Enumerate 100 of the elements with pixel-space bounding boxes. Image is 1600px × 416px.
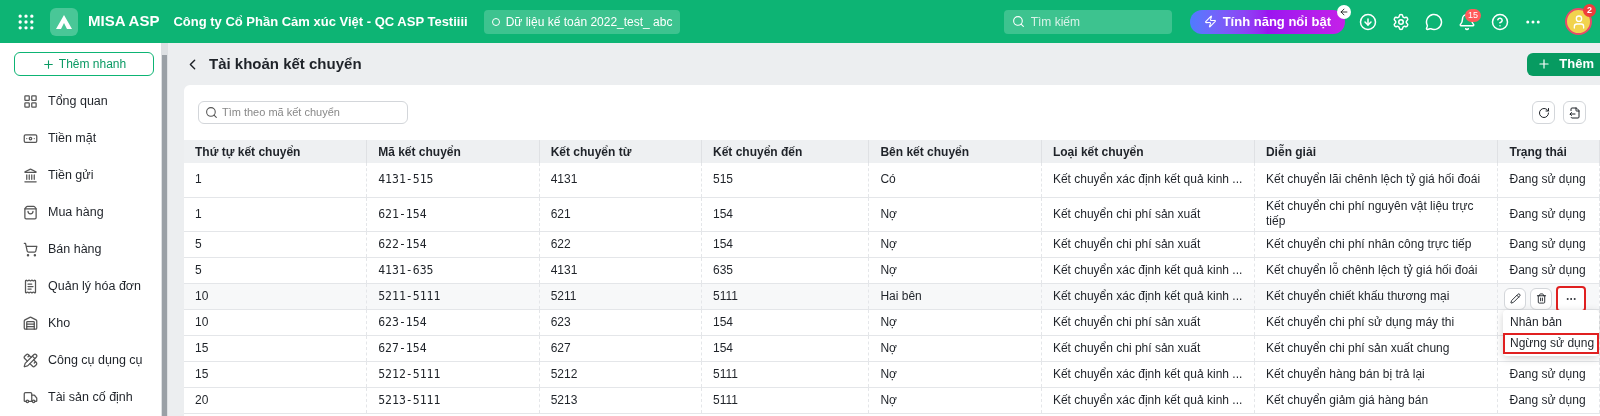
delete-button[interactable] (1530, 287, 1552, 310)
table-cell: Kết chuyển chi phí sản xuất (1052, 340, 1201, 355)
sidebar-item[interactable]: Mua hàng (14, 194, 161, 231)
export-button[interactable] (1563, 101, 1586, 124)
table-cell: Kết chuyển hàng bán bị trả lại (1265, 366, 1425, 381)
arrow-left-icon[interactable] (1337, 4, 1351, 19)
table-row[interactable]: 15 5212-5111 5212 5111 Nợ Kết chuyển xác định kết quả kinh ... Kết chuyển hàng bán bị trả lại Đang sử dụng (184, 361, 1600, 387)
table-cell: Đang sử dụng (1509, 392, 1586, 407)
cart-icon (23, 242, 38, 257)
truck-icon (23, 390, 38, 405)
table-cell: 10 (195, 314, 209, 329)
table-cell: Kết chuyển chi phí sản xuất (1052, 206, 1201, 221)
table-cell: Kết chuyển chi phí sản xuất (1052, 236, 1201, 251)
sidebar-item[interactable]: Tiền mặt (14, 120, 161, 157)
table-row[interactable]: 1 621-154 621 154 Nợ Kết chuyển chi phí sản xuất Kết chuyển chi phí nguyên vật liệu trực tiếp Đang sử dụng (184, 197, 1600, 231)
sidebar-item[interactable]: Tài sản cố định (14, 379, 161, 416)
table-cell: Kết chuyển chi phí sản xuất (1052, 314, 1201, 329)
table-cell: 4131-515 (378, 172, 434, 187)
table-cell: 20 (195, 392, 209, 407)
notification-count: 15 (1465, 8, 1481, 22)
table-row[interactable]: 5 4131-635 4131 635 Nợ Kết chuyển xác định kết quả kinh ... Kết chuyển lỗ chênh lệch tỷ giá hối đoái Đang sử dụng (184, 257, 1600, 283)
add-button[interactable]: Thêm (1527, 52, 1600, 76)
table-cell: Hai bên (880, 288, 922, 303)
table-cell: Kết chuyển xác định kết quả kinh ... (1052, 392, 1243, 407)
column-header: Mã kết chuyển (366, 140, 540, 163)
table-cell: Đang sử dụng (1509, 236, 1586, 251)
refresh-button[interactable] (1532, 101, 1555, 124)
table-cell: Kết chuyển giảm giá hàng bán (1265, 392, 1429, 407)
table-cell: 621-154 (378, 206, 427, 221)
table-cell: 4131-635 (378, 262, 434, 277)
sidebar-item[interactable]: Tổng quan (14, 83, 161, 120)
table-cell: 623 (550, 314, 571, 329)
table-row[interactable]: 1 4131-515 4131 515 Có Kết chuyển xác định kết quả kinh ... Kết chuyển lãi chênh lệch tỷ giá hối đoái Đang sử dụng (184, 163, 1600, 197)
table-cell: Kết chuyển chiết khấu thương mại (1265, 288, 1450, 303)
table-cell: 154 (712, 314, 733, 329)
table-cell: Kết chuyển lãi chênh lệch tỷ giá hối đoái (1265, 172, 1481, 187)
table-cell: Đang sử dụng (1509, 262, 1586, 277)
sidebar-item[interactable]: Công cụ dụng cụ (14, 342, 161, 379)
column-header: Kết chuyển đến (701, 140, 869, 163)
pencil-ruler-icon (23, 353, 38, 368)
table-cell: Nợ (880, 206, 897, 221)
download-icon[interactable] (1359, 12, 1377, 31)
table-row[interactable]: 20 5213-5111 5213 5111 Nợ Kết chuyển xác định kết quả kinh ... Kết chuyển giảm giá hàng bán Đang sử dụng (184, 387, 1600, 413)
avatar[interactable] (1565, 8, 1592, 35)
settings-icon[interactable] (1392, 12, 1410, 31)
table-cell: Kết chuyển chi phí nguyên vật liệu trực tiếp (1265, 199, 1474, 228)
table-cell: 5212 (550, 366, 578, 381)
table-cell: Nợ (880, 392, 897, 407)
table-cell: Nợ (880, 314, 897, 329)
sidebar-item[interactable]: Tiền gửi (14, 157, 161, 194)
edit-button[interactable] (1504, 287, 1526, 310)
refresh-icon (1537, 106, 1550, 119)
table-cell: Kết chuyển chi phí nhân công trực tiếp (1265, 236, 1472, 251)
search-field[interactable]: Tìm theo mã kết chuyển (198, 101, 408, 124)
table-cell: 627-154 (378, 340, 427, 355)
menu-item[interactable]: Ngừng sử dụng (1503, 332, 1599, 354)
column-header: Bên kết chuyển (868, 140, 1042, 163)
export-icon (1568, 106, 1581, 119)
table-cell: 4131 (550, 172, 578, 187)
table-cell: 621 (550, 206, 571, 221)
search-input[interactable]: Tìm kiếm (1030, 12, 1151, 31)
table-cell: 154 (712, 236, 733, 251)
pencil-icon (1509, 293, 1521, 304)
company-name: Công ty Cổ Phần Cảm xúc Việt - QC ASP Testiiii (173, 12, 468, 31)
table-cell: 5212-5111 (378, 366, 441, 381)
search-field[interactable]: Tìm kiếm (1003, 9, 1172, 34)
table-cell: Đang sử dụng (1509, 206, 1586, 221)
sidebar-item[interactable]: Quản lý hóa đơn (14, 268, 161, 305)
table-cell: Kết chuyển chi phí sản xuất chung (1265, 340, 1450, 355)
search-icon (205, 106, 218, 119)
table-cell: 5211-5111 (378, 288, 441, 303)
menu-item[interactable]: Nhân bản (1503, 311, 1599, 333)
table-cell: 154 (712, 206, 733, 221)
help-icon[interactable] (1491, 12, 1509, 31)
banknote-icon (23, 131, 38, 146)
sidebar-item[interactable]: Bán hàng (14, 231, 161, 268)
warehouse-icon (23, 316, 38, 331)
column-header: Trạng thái (1497, 140, 1600, 163)
app-name: MISA ASP (88, 11, 160, 32)
chat-icon[interactable] (1425, 12, 1443, 31)
table-cell: Đang sử dụng (1509, 172, 1586, 187)
sidebar-item[interactable]: Kho (14, 305, 161, 342)
more-button[interactable] (1556, 285, 1586, 312)
table-row[interactable]: 5 622-154 622 154 Nợ Kết chuyển chi phí sản xuất Kết chuyển chi phí nhân công trực tiếp Đang sử dụng (184, 231, 1600, 257)
table-cell: 5211 (550, 288, 577, 303)
column-header: Diễn giải (1254, 140, 1498, 163)
featured-button[interactable]: Tính năng nổi bật (1189, 9, 1345, 34)
table-cell: 5111 (712, 366, 738, 381)
search-input[interactable]: Tìm theo mã kết chuyển (221, 104, 401, 121)
table-cell: 5213 (550, 392, 578, 407)
plus-icon (41, 57, 55, 71)
table-cell: 622 (550, 236, 571, 251)
quick-add-button[interactable]: Thêm nhanh (14, 52, 154, 76)
bank-icon (23, 168, 38, 183)
table-cell: Kết chuyển xác định kết quả kinh ... (1052, 262, 1243, 277)
grid-icon (23, 94, 38, 109)
table-cell: 5111 (712, 392, 738, 407)
table-cell: Nợ (880, 366, 897, 381)
table-cell: 622-154 (378, 236, 427, 251)
bell-icon[interactable] (1458, 12, 1476, 31)
